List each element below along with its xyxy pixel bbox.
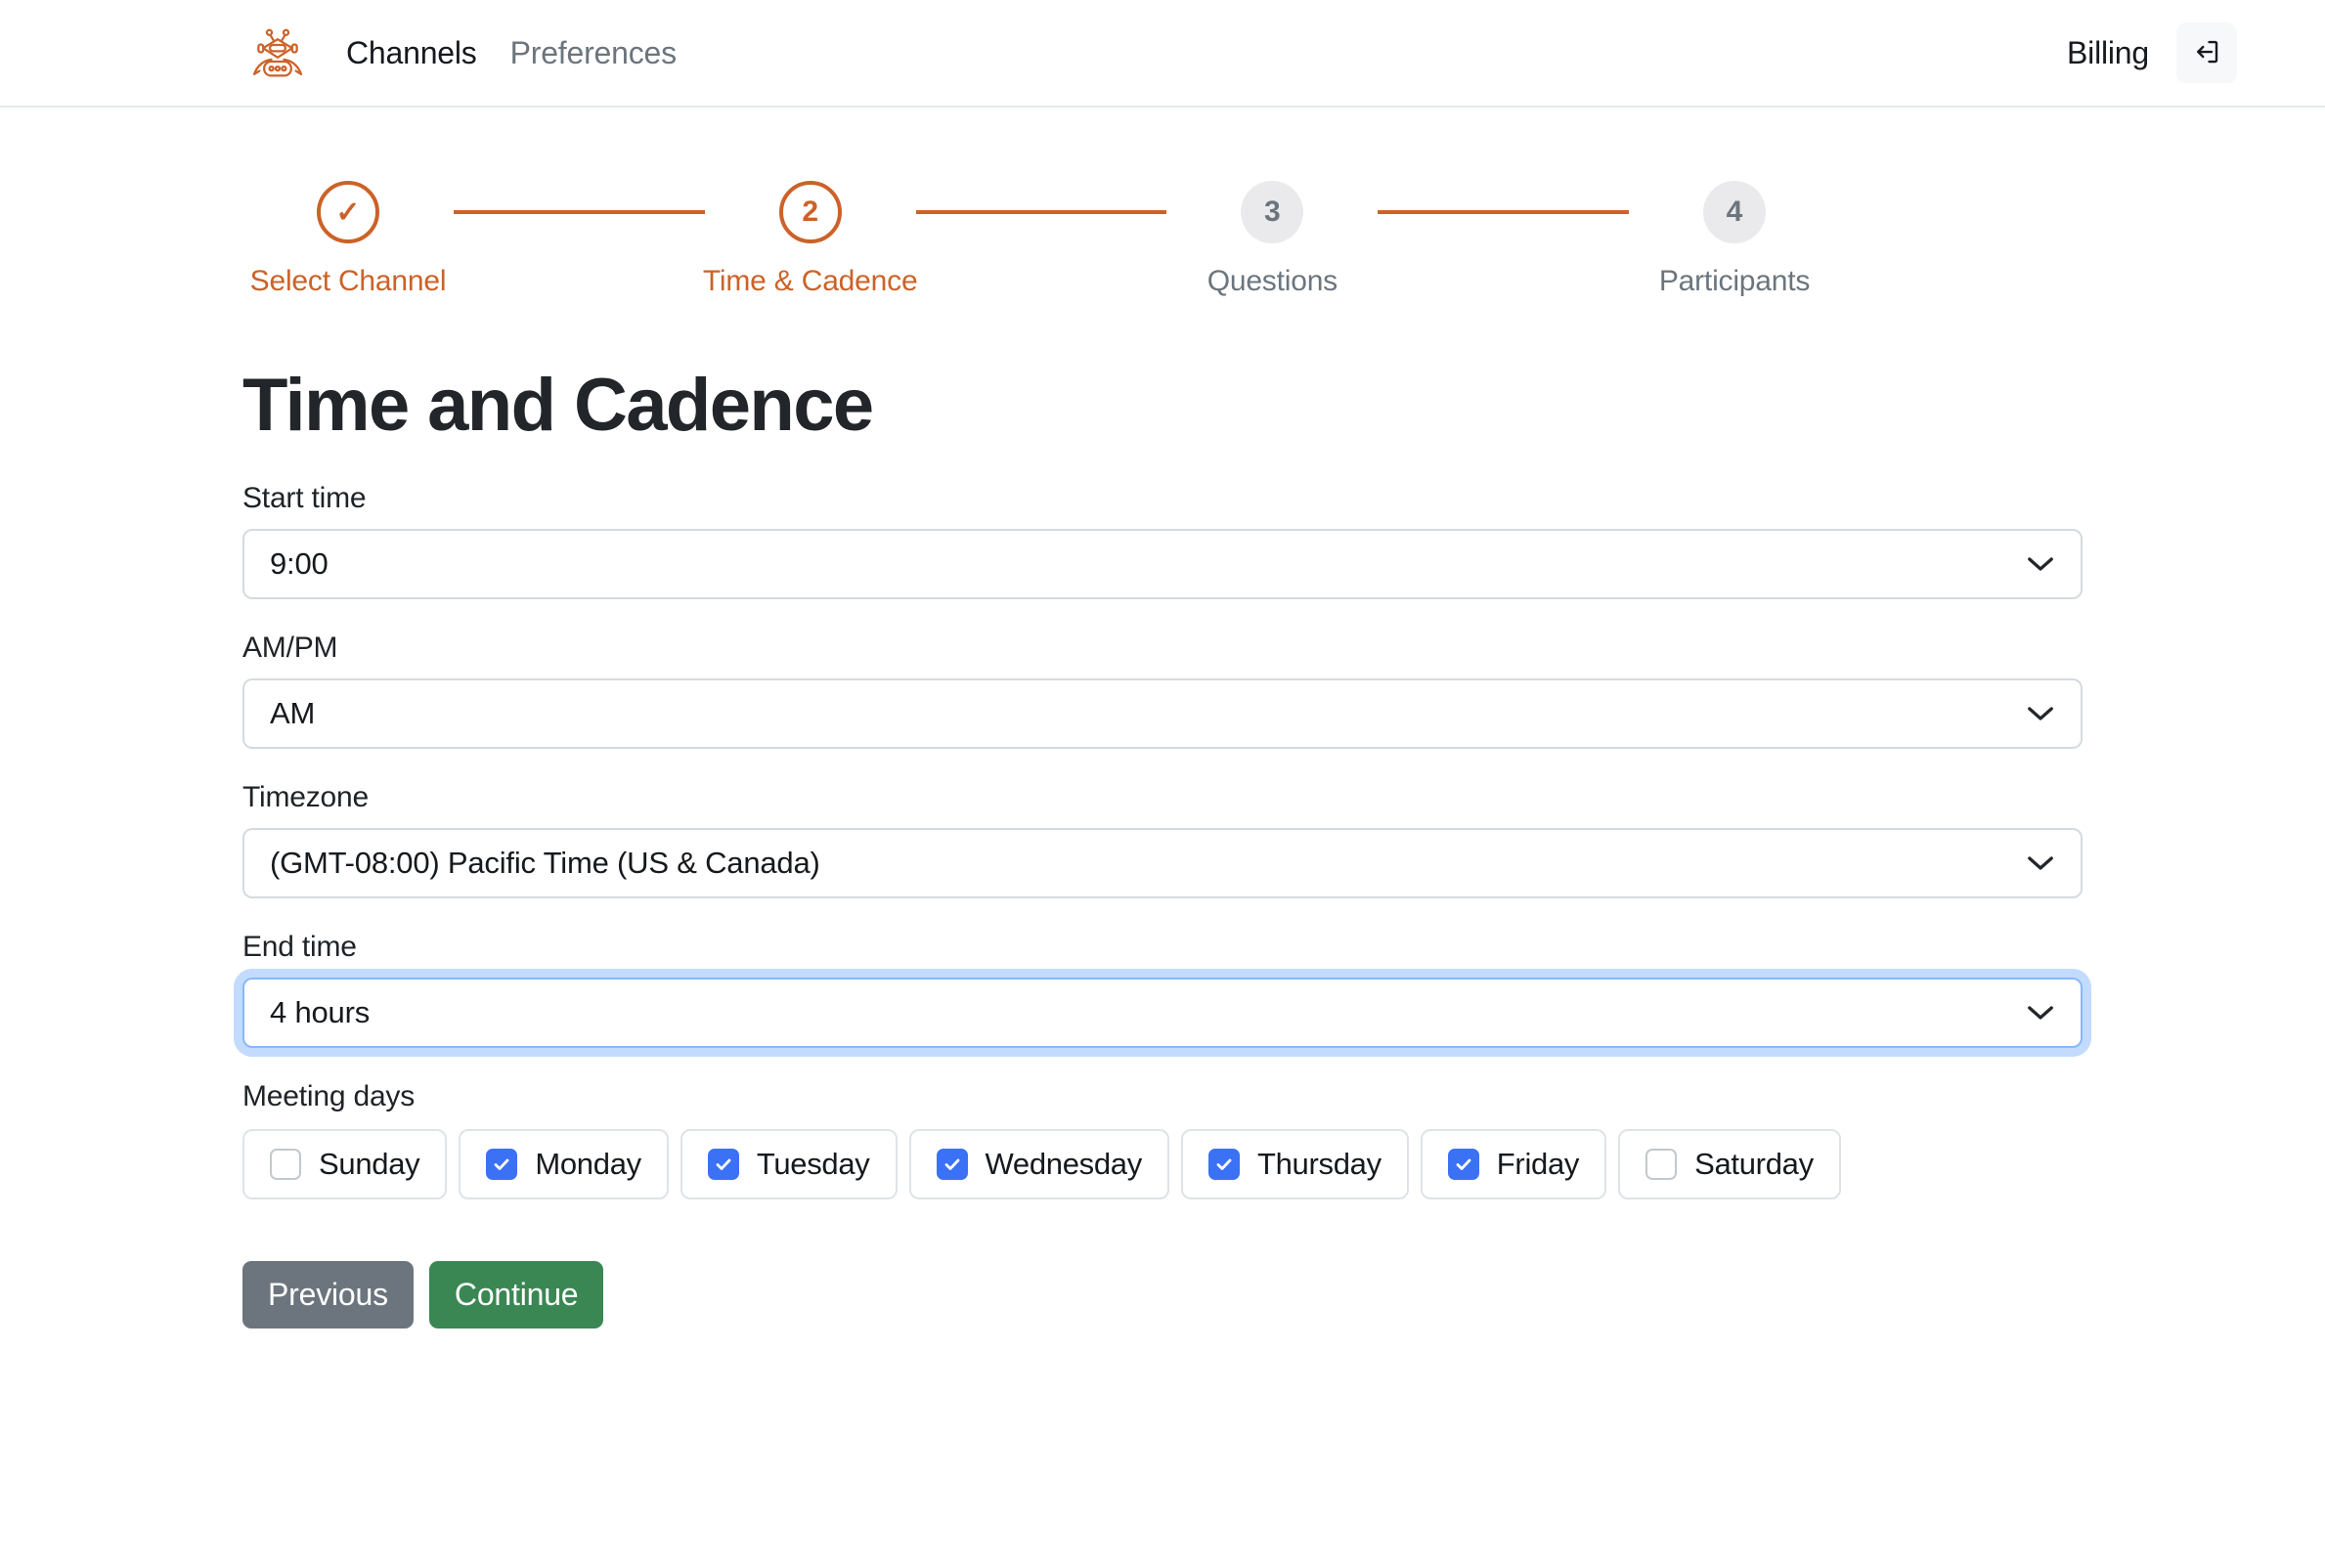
nav-link-preferences[interactable]: Preferences	[510, 35, 678, 71]
end-time-label: End time	[242, 930, 357, 963]
step-select-channel[interactable]: ✓ Select Channel	[242, 181, 454, 298]
step-3-circle: 3	[1241, 181, 1304, 243]
meeting-days-row: Sunday Monday Tuesday Wednesday Thursday…	[242, 1128, 2083, 1199]
day-label-thursday: Thursday	[1256, 1146, 1382, 1181]
main-nav: Channels Preferences	[346, 35, 677, 71]
day-checkbox-thursday[interactable]: Thursday	[1180, 1128, 1409, 1199]
step-connector-2	[915, 210, 1167, 214]
logout-button[interactable]	[2176, 22, 2237, 83]
step-questions[interactable]: 3 Questions	[1166, 181, 1378, 298]
field-am-pm: AM/PM AM	[242, 632, 2083, 749]
end-time-select-wrap: 4 hours	[242, 977, 2083, 1048]
header-right-group: Billing	[2067, 22, 2266, 83]
meeting-days-label: Meeting days	[242, 1079, 416, 1112]
step-time-cadence[interactable]: 2 Time & Cadence	[702, 181, 918, 298]
checkbox-unchecked-icon[interactable]	[1645, 1148, 1678, 1180]
app-header: Channels Preferences Billing	[0, 0, 2325, 108]
day-label-wednesday: Wednesday	[985, 1146, 1143, 1181]
form-actions: Previous Continue	[242, 1260, 2083, 1328]
timezone-label: Timezone	[242, 780, 370, 813]
day-label-friday: Friday	[1496, 1146, 1580, 1181]
am-pm-select-wrap: AM	[242, 677, 2083, 749]
continue-button[interactable]: Continue	[428, 1260, 604, 1328]
checkbox-checked-icon[interactable]	[936, 1148, 968, 1180]
step-connector-3	[1378, 210, 1630, 214]
day-checkbox-saturday[interactable]: Saturday	[1618, 1128, 1841, 1199]
field-start-time: Start time 9:00	[242, 482, 2083, 599]
step-2-label: Time & Cadence	[702, 265, 918, 297]
step-participants[interactable]: 4 Participants	[1629, 181, 1840, 298]
checkbox-checked-icon[interactable]	[707, 1148, 739, 1180]
am-pm-select[interactable]: AM	[242, 677, 2083, 749]
step-4-label: Participants	[1658, 265, 1811, 297]
header-left-group: Channels Preferences	[0, 18, 677, 88]
field-timezone: Timezone (GMT-08:00) Pacific Time (US & …	[242, 781, 2083, 898]
nav-link-channels[interactable]: Channels	[346, 35, 477, 71]
day-checkbox-wednesday[interactable]: Wednesday	[908, 1128, 1169, 1199]
time-cadence-form: Start time 9:00 AM/PM AM Timezone (GMT-0…	[0, 445, 2325, 1328]
start-time-label: Start time	[242, 481, 367, 514]
logout-icon	[2192, 37, 2221, 69]
checkbox-unchecked-icon[interactable]	[270, 1148, 301, 1180]
day-checkbox-monday[interactable]: Monday	[459, 1128, 669, 1199]
previous-button[interactable]: Previous	[242, 1260, 414, 1328]
day-checkbox-tuesday[interactable]: Tuesday	[680, 1128, 898, 1199]
field-end-time: End time 4 hours	[242, 931, 2083, 1048]
day-label-monday: Monday	[535, 1146, 641, 1181]
day-label-tuesday: Tuesday	[756, 1146, 870, 1181]
robot-logo-icon[interactable]	[242, 18, 313, 88]
step-1-circle: ✓	[317, 181, 379, 243]
checkbox-checked-icon[interactable]	[1207, 1148, 1240, 1180]
start-time-select-wrap: 9:00	[242, 528, 2083, 599]
day-label-saturday: Saturday	[1694, 1146, 1814, 1181]
step-3-label: Questions	[1206, 265, 1338, 297]
page-body: ✓ Select Channel 2 Time & Cadence 3 Ques…	[0, 108, 2325, 1328]
am-pm-label: AM/PM	[242, 631, 338, 664]
day-checkbox-friday[interactable]: Friday	[1420, 1128, 1607, 1199]
step-2-circle: 2	[778, 181, 842, 243]
step-1-label: Select Channel	[249, 265, 447, 297]
progress-stepper: ✓ Select Channel 2 Time & Cadence 3 Ques…	[0, 108, 2083, 298]
nav-link-billing[interactable]: Billing	[2067, 35, 2149, 71]
timezone-select[interactable]: (GMT-08:00) Pacific Time (US & Canada)	[242, 827, 2083, 898]
checkbox-checked-icon[interactable]	[486, 1148, 518, 1180]
day-label-sunday: Sunday	[319, 1146, 420, 1181]
end-time-select[interactable]: 4 hours	[242, 977, 2083, 1048]
timezone-select-wrap: (GMT-08:00) Pacific Time (US & Canada)	[242, 827, 2083, 898]
step-connector-1	[454, 210, 705, 214]
start-time-select[interactable]: 9:00	[242, 528, 2083, 599]
day-checkbox-sunday[interactable]: Sunday	[242, 1128, 448, 1199]
checkbox-checked-icon[interactable]	[1447, 1148, 1479, 1180]
page-title: Time and Cadence	[242, 364, 874, 447]
step-4-circle: 4	[1703, 181, 1767, 243]
